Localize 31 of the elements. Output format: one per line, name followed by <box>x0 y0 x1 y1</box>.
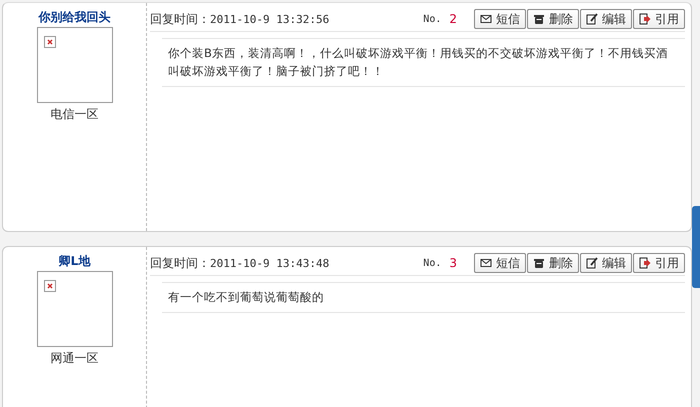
broken-image-icon <box>44 36 56 48</box>
quote-button[interactable]: 引用 <box>633 9 685 29</box>
delete-button[interactable]: 删除 <box>527 9 579 29</box>
quote-icon <box>639 13 651 25</box>
message-button[interactable]: 短信 <box>474 9 526 29</box>
edit-icon <box>586 13 598 25</box>
author-name[interactable]: 你别给我回头 <box>34 9 114 25</box>
side-tab[interactable] <box>692 206 700 288</box>
post-content: 有一个吃不到葡萄说葡萄酸的 <box>162 282 685 313</box>
quote-button[interactable]: 引用 <box>633 253 685 273</box>
server-region: 电信一区 <box>50 106 98 123</box>
floor-number: 3 <box>449 256 457 270</box>
floor-label: No. <box>423 258 442 268</box>
trash-icon <box>533 13 545 25</box>
trash-icon <box>533 257 545 269</box>
delete-button[interactable]: 删除 <box>527 253 579 273</box>
envelope-icon <box>480 257 492 269</box>
author-name[interactable]: 卿L地 <box>34 253 114 269</box>
reply-time: 回复时间：2011-10-9 13:43:48 <box>150 254 330 272</box>
broken-image-icon <box>44 280 56 292</box>
quote-icon <box>639 257 651 269</box>
floor-label: No. <box>423 14 442 24</box>
edit-icon <box>586 257 598 269</box>
envelope-icon <box>480 13 492 25</box>
edit-button[interactable]: 编辑 <box>580 253 632 273</box>
edit-button[interactable]: 编辑 <box>580 9 632 29</box>
message-button[interactable]: 短信 <box>474 253 526 273</box>
reply-time: 回复时间：2011-10-9 13:32:56 <box>150 10 330 28</box>
floor-number: 2 <box>449 12 457 26</box>
server-region: 网通一区 <box>50 350 98 367</box>
post-content: 你个装B东西，装清高啊！，什么叫破坏游戏平衡！用钱买的不交破坏游戏平衡了！不用钱买酒叫破坏游戏平衡了！脑子被门挤了吧！！ <box>162 38 685 87</box>
